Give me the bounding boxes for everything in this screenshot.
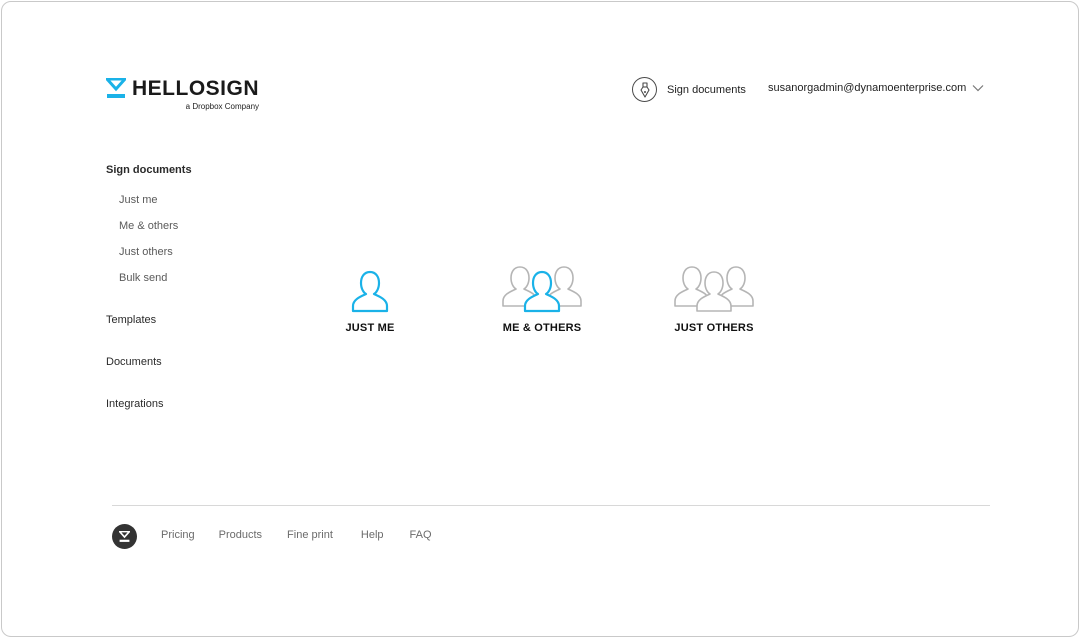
- brand-name: HELLOSIGN: [132, 77, 260, 100]
- pen-icon: [632, 77, 657, 102]
- footer-links: Pricing Products Fine print Help FAQ: [161, 529, 432, 541]
- me-and-others-icon: [502, 266, 582, 313]
- footer-link-products[interactable]: Products: [219, 529, 262, 541]
- account-menu[interactable]: susanorgadmin@dynamoenterprise.com: [768, 82, 984, 94]
- footer-logo[interactable]: [112, 524, 137, 549]
- sidebar-nav: Sign documents Just me Me & others Just …: [106, 164, 306, 410]
- sidebar-subitem-bulk-send[interactable]: Bulk send: [119, 272, 167, 284]
- chevron-down-icon: [972, 85, 984, 92]
- others-group-icon: [674, 266, 754, 312]
- app-window: HELLOSIGN a Dropbox Company Sign documen…: [1, 1, 1079, 637]
- footer-link-faq[interactable]: FAQ: [410, 529, 432, 541]
- header-sign-documents[interactable]: Sign documents: [632, 77, 746, 102]
- hellosign-mark-icon: [119, 530, 130, 542]
- header-sign-label: Sign documents: [667, 83, 746, 96]
- sidebar-item-integrations[interactable]: Integrations: [106, 398, 163, 410]
- brand-tagline: a Dropbox Company: [185, 102, 260, 111]
- footer-link-help[interactable]: Help: [361, 529, 384, 541]
- sidebar-subitem-just-me[interactable]: Just me: [119, 194, 158, 206]
- option-just-me[interactable]: JUST ME: [300, 264, 440, 334]
- sidebar-item-documents[interactable]: Documents: [106, 356, 162, 368]
- option-just-others-label: JUST OTHERS: [674, 322, 754, 334]
- option-me-and-others-label: ME & OTHERS: [502, 322, 582, 334]
- footer-link-pricing[interactable]: Pricing: [161, 529, 195, 541]
- sidebar-item-templates[interactable]: Templates: [106, 314, 156, 326]
- option-just-me-label: JUST ME: [345, 322, 395, 334]
- footer-link-fine-print[interactable]: Fine print: [287, 529, 333, 541]
- sidebar-subitem-just-others[interactable]: Just others: [119, 246, 173, 258]
- option-me-and-others[interactable]: ME & OTHERS: [472, 264, 612, 334]
- account-email: susanorgadmin@dynamoenterprise.com: [768, 82, 967, 94]
- sidebar-subitem-me-and-others[interactable]: Me & others: [119, 220, 178, 232]
- hellosign-mark-icon: [106, 78, 126, 98]
- footer-divider: [112, 505, 990, 506]
- single-user-icon: [351, 270, 389, 313]
- option-just-others[interactable]: JUST OTHERS: [644, 264, 784, 334]
- hellosign-logo[interactable]: HELLOSIGN a Dropbox Company: [106, 78, 259, 111]
- sidebar-item-sign-documents[interactable]: Sign documents: [106, 164, 306, 176]
